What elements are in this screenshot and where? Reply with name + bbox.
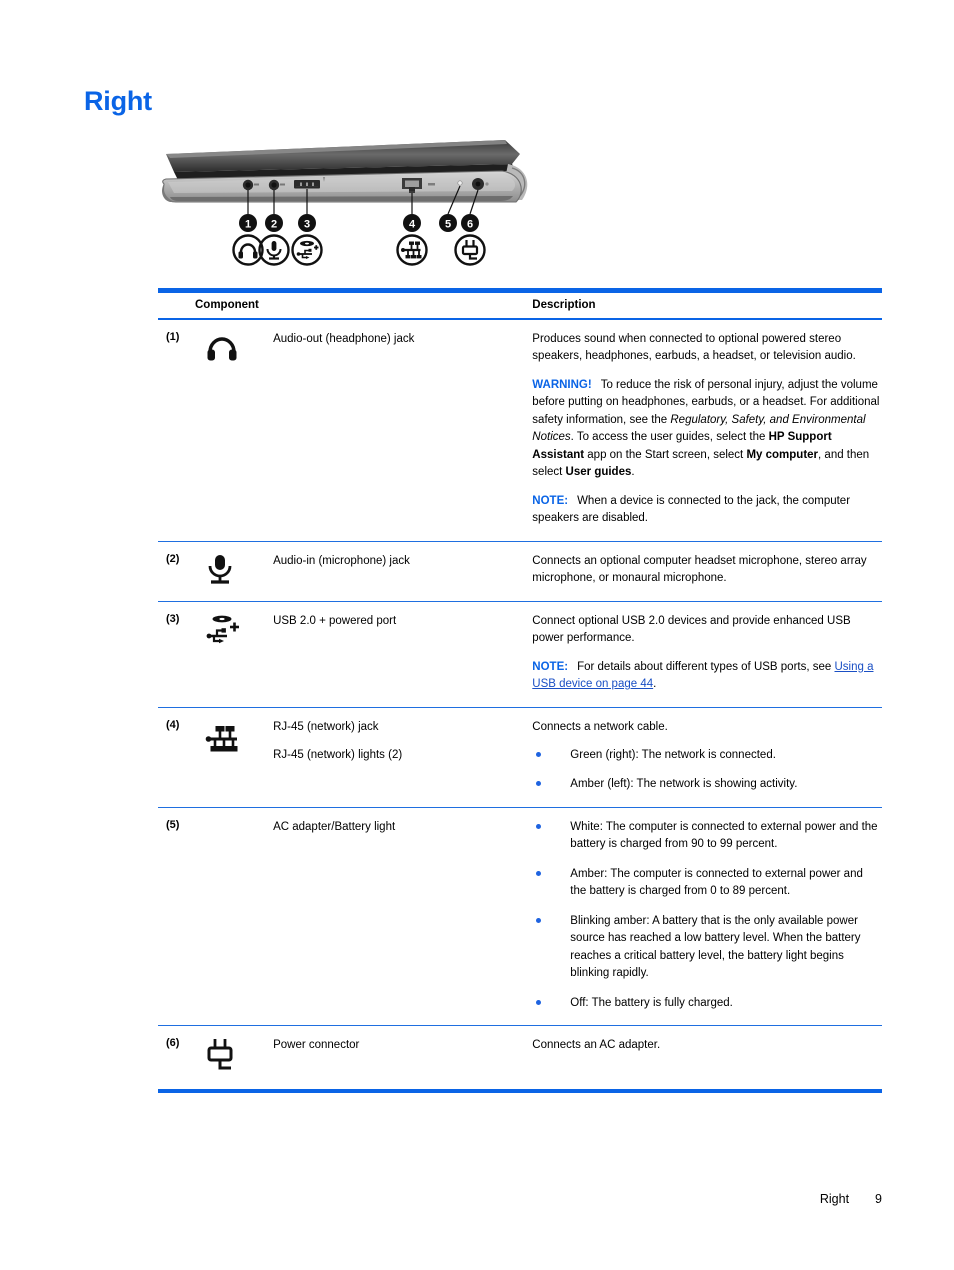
callout-icon-rj45-network bbox=[396, 234, 428, 266]
laptop-right-side-illustration: 1 2 3 4 5 6 bbox=[160, 138, 540, 276]
network-light-list: Green (right): The network is connected.… bbox=[532, 747, 882, 794]
callout-icon-microphone bbox=[258, 234, 290, 266]
page-title: Right bbox=[84, 86, 152, 116]
note-text-end: . bbox=[653, 678, 657, 691]
page-footer: Right 9 bbox=[820, 1192, 882, 1206]
table-body: (1) Audio-out (headphone) jack Produces … bbox=[158, 319, 882, 1085]
row-description: Connects an AC adapter. bbox=[532, 1026, 882, 1086]
callout-icon-power-connector bbox=[454, 234, 486, 266]
note-keyword: NOTE: bbox=[532, 494, 569, 507]
row-component-name: RJ-45 (network) jack RJ-45 (network) lig… bbox=[273, 707, 533, 808]
list-item: Amber: The computer is connected to exte… bbox=[532, 866, 882, 901]
desc-paragraph: Connects an AC adapter. bbox=[532, 1039, 661, 1052]
row-description: Connects a network cable. Green (right):… bbox=[532, 707, 882, 808]
row-number: (6) bbox=[166, 1037, 180, 1050]
warning-paragraph: WARNING! To reduce the risk of personal i… bbox=[532, 377, 882, 482]
battery-light-list: White: The computer is connected to exte… bbox=[532, 819, 882, 1012]
row-description: Connect optional USB 2.0 devices and pro… bbox=[532, 601, 882, 708]
power-connector-icon bbox=[207, 1039, 233, 1070]
row-component-name: USB 2.0 + powered port bbox=[273, 601, 533, 708]
list-item: White: The computer is connected to exte… bbox=[532, 819, 882, 854]
desc-paragraph: Connects a network cable. bbox=[532, 720, 668, 733]
warning-text-5: . bbox=[631, 466, 635, 479]
rj45-network-icon bbox=[205, 725, 238, 751]
list-item: Green (right): The network is connected. bbox=[532, 747, 882, 764]
warning-bold-user-guides: User guides bbox=[565, 466, 632, 479]
svg-text:5: 5 bbox=[445, 219, 451, 231]
row-description: White: The computer is connected to exte… bbox=[532, 807, 882, 1027]
row-component-name: Audio-out (headphone) jack bbox=[273, 319, 533, 542]
note-text: For details about different types of USB… bbox=[577, 660, 835, 673]
component-name-line-2: RJ-45 (network) lights (2) bbox=[273, 749, 403, 762]
warning-text-3: app on the Start screen, select bbox=[584, 448, 747, 461]
table-bottom-rule bbox=[158, 1089, 882, 1093]
usb-powered-icon bbox=[206, 615, 239, 643]
row-component-name: Power connector bbox=[273, 1039, 360, 1052]
table-row: (5) AC adapter/Battery light White: The … bbox=[158, 807, 882, 1027]
note-text: When a device is connected to the jack, … bbox=[532, 494, 851, 525]
table-row: (4) RJ-45 (network) jack RJ-45 (network)… bbox=[158, 707, 882, 808]
row-icon-cell bbox=[195, 541, 274, 602]
row-description: Produces sound when connected to optiona… bbox=[532, 319, 882, 542]
table-row: (6) Power connector Connects an AC adapt… bbox=[158, 1026, 882, 1086]
microphone-icon bbox=[208, 554, 232, 584]
row-icon-cell bbox=[195, 319, 274, 542]
laptop-profile-drawing: 1 2 3 4 5 6 bbox=[162, 140, 528, 266]
footer-page-number: 9 bbox=[875, 1192, 882, 1206]
table-row: (3) USB 2.0 + powered port Connect optio… bbox=[158, 601, 882, 708]
row-icon-cell bbox=[195, 1026, 273, 1086]
desc-paragraph: Connect optional USB 2.0 devices and pro… bbox=[532, 614, 851, 645]
svg-text:4: 4 bbox=[409, 219, 416, 231]
row-description: Connects an optional computer headset mi… bbox=[532, 541, 882, 602]
svg-text:6: 6 bbox=[467, 219, 473, 231]
row-component-name: AC adapter/Battery light bbox=[273, 807, 533, 1027]
callout-badge-4: 4 bbox=[403, 214, 421, 232]
headphone-icon bbox=[207, 337, 237, 361]
table-header-row: Component Description bbox=[158, 293, 882, 320]
callout-icon-headphone bbox=[232, 234, 264, 266]
list-item: Off: The battery is fully charged. bbox=[532, 995, 882, 1012]
row-number: (2) bbox=[158, 541, 195, 602]
note-keyword: NOTE: bbox=[532, 660, 569, 673]
warning-text-2: . To access the user guides, select the bbox=[570, 431, 769, 444]
warning-bold-my-computer: My computer bbox=[746, 448, 819, 461]
row-number: (1) bbox=[158, 319, 195, 542]
callout-badge-3: 3 bbox=[298, 214, 316, 232]
row-number: (5) bbox=[158, 807, 195, 1027]
callout-badge-1: 1 bbox=[239, 214, 257, 232]
footer-section-label: Right bbox=[819, 1192, 850, 1206]
svg-text:1: 1 bbox=[245, 219, 251, 231]
row-icon-cell bbox=[195, 707, 274, 808]
callout-icon-usb-powered bbox=[291, 234, 323, 266]
row-number: (4) bbox=[158, 707, 195, 808]
note-paragraph: NOTE: For details about different types o… bbox=[532, 659, 882, 694]
list-item: Blinking amber: A battery that is the on… bbox=[532, 913, 882, 983]
list-item: Amber (left): The network is showing act… bbox=[532, 776, 882, 793]
table-row: (2) Audio-in (microphone) jack Connects … bbox=[158, 541, 882, 602]
row-component-name: Audio-in (microphone) jack bbox=[273, 541, 533, 602]
table-row: (1) Audio-out (headphone) jack Produces … bbox=[158, 319, 882, 542]
svg-text:3: 3 bbox=[304, 219, 310, 231]
svg-text:2: 2 bbox=[271, 219, 277, 231]
desc-paragraph: Produces sound when connected to optiona… bbox=[532, 333, 856, 363]
desc-paragraph: Connects an optional computer headset mi… bbox=[532, 554, 867, 585]
callout-badge-6: 6 bbox=[461, 214, 479, 232]
component-name-line-1: RJ-45 (network) jack bbox=[273, 720, 379, 733]
callout-badge-2: 2 bbox=[265, 214, 283, 232]
warning-keyword: WARNING! bbox=[532, 378, 592, 391]
note-paragraph: NOTE: When a device is connected to the j… bbox=[532, 493, 882, 528]
header-description: Description bbox=[532, 293, 882, 320]
header-spacer-num bbox=[158, 293, 195, 320]
row-number: (3) bbox=[158, 601, 195, 708]
component-description-table: Component Description (1) Audio-out (hea… bbox=[158, 288, 882, 1085]
header-component: Component bbox=[195, 293, 533, 320]
callout-badge-5: 5 bbox=[439, 214, 457, 232]
row-icon-cell bbox=[195, 807, 274, 1027]
row-icon-cell bbox=[195, 601, 274, 708]
